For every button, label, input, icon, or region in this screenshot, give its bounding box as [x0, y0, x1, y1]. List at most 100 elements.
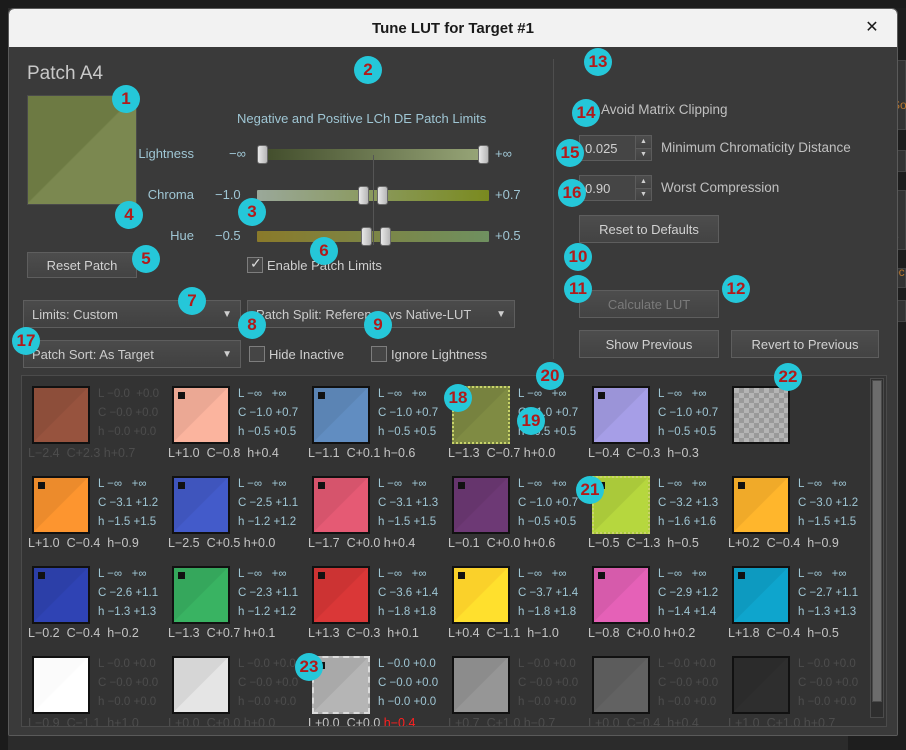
patch-delta-text: L−2.4 C+2.3 h+0.7 [28, 446, 136, 460]
slider-knob-hue-high[interactable] [380, 227, 391, 246]
patch-cell[interactable]: L −∞ +∞ C −2.3 +1.1 h −1.2 +1.2 L−1.3 C+0… [162, 562, 302, 652]
patch-delta-text: L−0.2 C−0.4 h−0.2 [28, 626, 139, 640]
slider-knob-lightness-high[interactable] [478, 145, 489, 164]
patch-cell[interactable]: L −∞ +∞ C −3.0 +1.2 h −1.5 +1.5 L+0.2 C−0… [722, 472, 862, 562]
patch-cell[interactable]: L −∞ +∞ C −2.6 +1.1 h −1.3 +1.3 L−0.2 C−0… [22, 562, 162, 652]
annotation-marker-17: 17 [12, 327, 40, 355]
patch-delta-text: L−0.5 C−1.3 h−0.5 [588, 536, 699, 550]
patch-cell[interactable]: L −∞ +∞ C −2.7 +1.1 h −1.3 +1.3 L+1.8 C−0… [722, 562, 862, 652]
patch-cell[interactable]: L −∞ +∞ C −1.0 +0.7 h −0.5 +0.5 L−1.1 C+0… [302, 382, 442, 472]
stepper-up-icon[interactable]: ▲ [635, 175, 652, 189]
patch-swatch[interactable] [32, 386, 90, 444]
slider-knob-hue-low[interactable] [361, 227, 372, 246]
patch-cell[interactable]: L −0.0 +0.0 C −0.0 +0.0 h −0.0 +0.0 L+1.0… [722, 652, 862, 726]
patch-cell[interactable]: L −∞ +∞ C −2.5 +1.1 h −1.2 +1.2 L−2.5 C+0… [162, 472, 302, 562]
patch-active-marker-icon [318, 482, 325, 489]
ignore-lightness-checkbox[interactable] [371, 346, 387, 362]
patch-cell[interactable]: L −∞ +∞ C −1.0 +0.7 h −0.5 +0.5 L−0.1 C+0… [442, 472, 582, 562]
stepper-down-icon[interactable]: ▼ [635, 148, 652, 161]
patch-swatch[interactable] [32, 476, 90, 534]
reset-to-defaults-button[interactable]: Reset to Defaults [579, 215, 719, 243]
patch-swatch[interactable] [312, 386, 370, 444]
annotation-marker-21: 21 [576, 476, 604, 504]
patch-grid-horizontal-scrollbar[interactable] [22, 735, 886, 736]
patch-swatch[interactable] [592, 656, 650, 714]
background-left-edge [0, 0, 8, 750]
patch-cell[interactable]: L −∞ +∞ C −1.0 +0.7 h −0.5 +0.5 L+1.0 C−0… [162, 382, 302, 472]
calculate-lut-button[interactable]: Calculate LUT [579, 290, 719, 318]
patch-swatch[interactable] [732, 386, 790, 444]
patch-cell[interactable]: L −∞ +∞ C −2.9 +1.2 h −1.4 +1.4 L−0.8 C+0… [582, 562, 722, 652]
patch-swatch[interactable] [592, 566, 650, 624]
patch-cell[interactable]: L −∞ +∞ C −3.6 +1.4 h −1.8 +1.8 L+1.3 C−0… [302, 562, 442, 652]
hide-inactive-checkbox[interactable] [249, 346, 265, 362]
slider-label-chroma: Chroma [147, 187, 194, 202]
patch-active-marker-icon [38, 482, 45, 489]
patch-delta-text: L−0.4 C−0.3 h−0.3 [588, 446, 699, 460]
patch-cell[interactable]: L −0.0 +0.0 C −0.0 +0.0 h −0.0 +0.0 L+0.7… [442, 652, 582, 726]
slider-knob-lightness-low[interactable] [257, 145, 268, 164]
slider-min-lightness: −∞ [229, 146, 246, 161]
patch-swatch[interactable] [452, 656, 510, 714]
patch-sort-combo[interactable]: Patch Sort: As Target ▼ [23, 340, 241, 368]
patch-cell[interactable]: L −∞ +∞ C −3.1 +1.2 h −1.5 +1.5 L+1.0 C−0… [22, 472, 162, 562]
patch-swatch[interactable] [732, 566, 790, 624]
patch-limits-text: L −0.0 +0.0 C −0.0 +0.0 h −0.0 +0.0 [98, 658, 159, 708]
annotation-marker-2: 2 [354, 56, 382, 84]
patch-cell[interactable]: L −0.0 +0.0 C −0.0 +0.0 h −0.0 +0.0 L+0.0… [162, 652, 302, 726]
patch-limits-text: L −0.0 +0.0 C −0.0 +0.0 h −0.0 +0.0 [518, 658, 579, 708]
min-chromaticity-distance-label: Minimum Chromaticity Distance [661, 140, 851, 155]
worst-compression-stepper[interactable]: 0.90 ▲ ▼ [579, 175, 652, 201]
patch-limits-text: L −∞ +∞ C −2.6 +1.1 h −1.3 +1.3 [98, 568, 159, 618]
patch-active-marker-icon [318, 572, 325, 579]
patch-swatch[interactable] [312, 476, 370, 534]
patch-delta-text: L−1.7 C+0.0 h+0.4 [308, 536, 416, 550]
patch-swatch[interactable] [172, 656, 230, 714]
patch-swatch[interactable] [452, 476, 510, 534]
patch-grid-vertical-scrollbar[interactable] [870, 378, 884, 718]
worst-compression-value[interactable]: 0.90 [579, 175, 635, 201]
slider-min-hue: −0.5 [215, 228, 241, 243]
patch-delta-text: L+1.8 C−0.4 h−0.5 [728, 626, 839, 640]
min-chromaticity-distance-stepper[interactable]: 0.025 ▲ ▼ [579, 135, 652, 161]
patch-swatch[interactable] [732, 476, 790, 534]
stepper-up-icon[interactable]: ▲ [635, 135, 652, 149]
patch-swatch[interactable] [32, 566, 90, 624]
limits-combo[interactable]: Limits: Custom ▼ [23, 300, 241, 328]
annotation-marker-23: 23 [295, 653, 323, 681]
patch-cell[interactable]: L −∞ +∞ C −3.7 +1.4 h −1.8 +1.8 L+0.4 C−1… [442, 562, 582, 652]
revert-to-previous-button[interactable]: Revert to Previous [731, 330, 879, 358]
patch-swatch[interactable] [172, 566, 230, 624]
patch-limits-text: L −∞ +∞ C −3.1 +1.2 h −1.5 +1.5 [98, 478, 159, 528]
scrollbar-thumb[interactable] [872, 380, 882, 702]
worst-compression-label: Worst Compression [661, 180, 780, 195]
show-previous-button[interactable]: Show Previous [579, 330, 719, 358]
patch-limits-text: L −0.0 +0.0 C −0.0 +0.0 h −0.0 +0.0 [658, 658, 719, 708]
min-chromaticity-distance-value[interactable]: 0.025 [579, 135, 635, 161]
enable-patch-limits-checkbox[interactable] [247, 255, 263, 273]
patch-swatch[interactable] [592, 386, 650, 444]
slider-knob-chroma-high[interactable] [377, 186, 388, 205]
patch-cell[interactable]: L −0.0 +0.0 C −0.0 +0.0 h −0.0 +0.0 L−0.9… [22, 652, 162, 726]
patch-swatch[interactable] [452, 566, 510, 624]
patch-grid[interactable]: L −0.0 +0.0 C −0.0 +0.0 h −0.0 +0.0 L−2.4… [21, 375, 887, 727]
patch-cell[interactable]: L −0.0 +0.0 C −0.0 +0.0 h −0.0 +0.0 L+0.0… [582, 652, 722, 727]
patch-swatch[interactable] [172, 476, 230, 534]
patch-swatch[interactable] [312, 566, 370, 624]
patch-swatch[interactable] [32, 656, 90, 714]
patch-delta-text: L+0.0 C−0.4 h+0.4 [588, 716, 699, 727]
stepper-down-icon[interactable]: ▼ [635, 188, 652, 201]
patch-active-marker-icon [38, 572, 45, 579]
patch-swatch[interactable] [732, 656, 790, 714]
patch-cell[interactable]: L −0.0 +0.0 C −0.0 +0.0 h −0.0 +0.0 L−2.4… [22, 382, 162, 472]
patch-limits-text: L −∞ +∞ C −1.0 +0.7 h −0.5 +0.5 [518, 478, 579, 528]
patch-cell[interactable]: L −∞ +∞ C −3.1 +1.3 h −1.5 +1.5 L−1.7 C+0… [302, 472, 442, 562]
patch-cell[interactable]: L −∞ +∞ C −1.0 +0.7 h −0.5 +0.5 L−0.4 C−0… [582, 382, 722, 472]
patch-cell[interactable] [722, 382, 862, 472]
patch-swatch[interactable] [172, 386, 230, 444]
reset-patch-button[interactable]: Reset Patch [27, 252, 137, 278]
patch-cell[interactable]: L −0.0 +0.0 C −0.0 +0.0 h −0.0 +0.0 L+0.0… [302, 652, 442, 726]
slider-knob-chroma-low[interactable] [358, 186, 369, 205]
patch-delta-text: L+0.0 C+0.0 h−0.4 [308, 716, 415, 726]
close-icon[interactable]: ✕ [861, 17, 883, 39]
